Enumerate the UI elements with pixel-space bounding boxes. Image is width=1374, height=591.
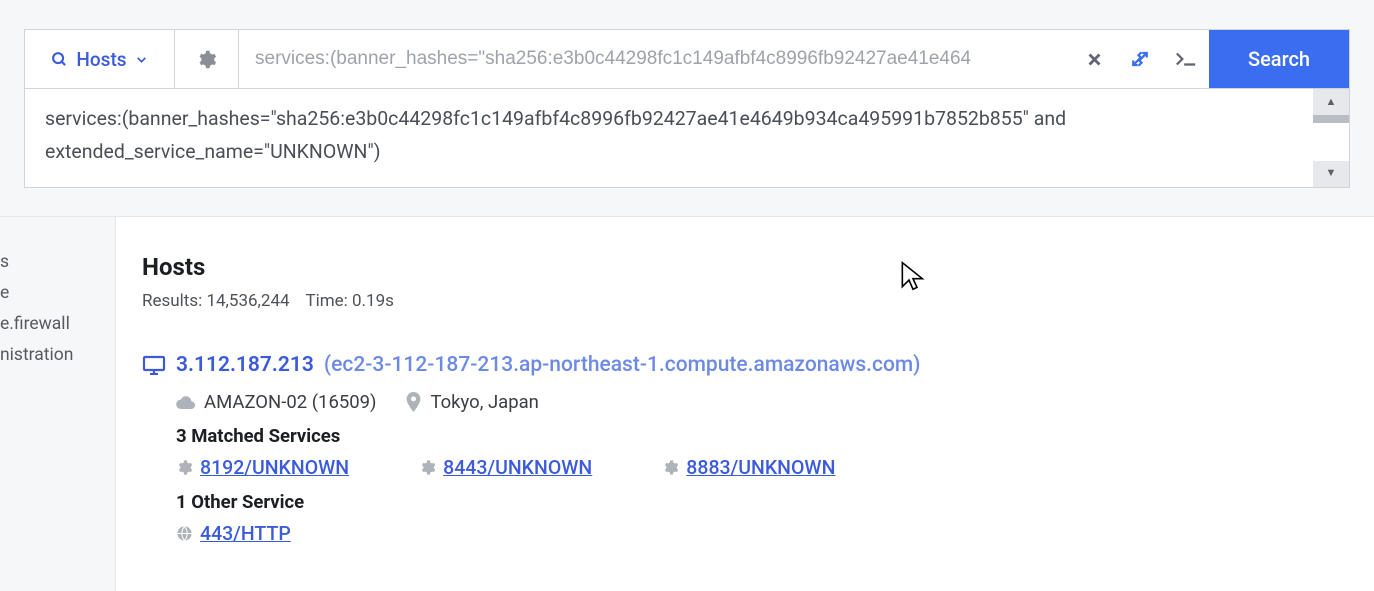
result-ip-link[interactable]: 3.112.187.213	[176, 353, 314, 377]
hosts-dropdown[interactable]: Hosts	[25, 30, 175, 88]
search-icon	[51, 51, 68, 68]
gear-icon	[196, 49, 217, 70]
terminal-icon	[1175, 50, 1197, 68]
result-card: 3.112.187.213 (ec2-3-112-187-213.ap-nort…	[142, 353, 1374, 545]
search-button[interactable]: Search	[1209, 30, 1349, 88]
scroll-down[interactable]: ▼	[1313, 161, 1349, 187]
collapse-button[interactable]	[1117, 30, 1163, 88]
service-link[interactable]: 443/HTTP	[176, 522, 291, 545]
expanded-query-box[interactable]: services:(banner_hashes="sha256:e3b0c442…	[24, 89, 1350, 188]
settings-button[interactable]	[175, 30, 239, 88]
gear-icon	[176, 459, 193, 476]
search-bar: Hosts Search	[24, 29, 1350, 89]
terminal-button[interactable]	[1163, 30, 1209, 88]
query-input[interactable]	[255, 48, 1055, 70]
location-icon	[406, 392, 421, 412]
collapse-icon	[1131, 50, 1149, 68]
sidebar-item[interactable]: s	[0, 247, 115, 278]
results-time: Time: 0.19s	[305, 291, 393, 311]
cloud-icon	[176, 395, 195, 409]
expanded-query-text: services:(banner_hashes="sha256:e3b0c442…	[45, 107, 1066, 163]
result-ip-line: 3.112.187.213 (ec2-3-112-187-213.ap-nort…	[142, 353, 1374, 377]
monitor-icon	[142, 355, 166, 375]
results-meta: Results: 14,536,244 Time: 0.19s	[142, 291, 1374, 311]
sidebar-item[interactable]: e.firewall	[0, 309, 115, 340]
results-title: Hosts	[142, 253, 1374, 281]
service-link[interactable]: 8443/UNKNOWN	[419, 456, 592, 479]
matched-services-header: 3 Matched Services	[176, 425, 1374, 447]
other-services-header: 1 Other Service	[176, 491, 1374, 513]
result-hostname[interactable]: (ec2-3-112-187-213.ap-northeast-1.comput…	[324, 353, 921, 377]
globe-icon	[176, 525, 193, 542]
query-input-wrap	[239, 30, 1071, 88]
results-main: Hosts Results: 14,536,244 Time: 0.19s 3.…	[116, 217, 1374, 591]
service-link[interactable]: 8192/UNKNOWN	[176, 456, 349, 479]
result-asn: AMAZON-02 (16509)	[176, 391, 376, 413]
result-location: Tokyo, Japan	[406, 391, 538, 413]
results-count: Results: 14,536,244	[142, 291, 290, 311]
other-services-row: 443/HTTP	[176, 522, 1374, 545]
gear-icon	[419, 459, 436, 476]
gear-icon	[662, 459, 679, 476]
hosts-label: Hosts	[76, 48, 126, 71]
sidebar-item[interactable]: e	[0, 278, 115, 309]
chevron-down-icon	[135, 53, 148, 66]
clear-button[interactable]	[1071, 30, 1117, 88]
scroll-widget: ▲ ▼	[1313, 89, 1349, 187]
service-link[interactable]: 8883/UNKNOWN	[662, 456, 835, 479]
sidebar: s e e.firewall nistration	[0, 217, 116, 591]
close-icon	[1086, 51, 1103, 68]
scroll-up[interactable]: ▲	[1313, 89, 1349, 123]
matched-services-row: 8192/UNKNOWN 8443/UNKNOWN 8883/UNKNOWN	[176, 456, 1374, 479]
sidebar-item[interactable]: nistration	[0, 340, 115, 371]
